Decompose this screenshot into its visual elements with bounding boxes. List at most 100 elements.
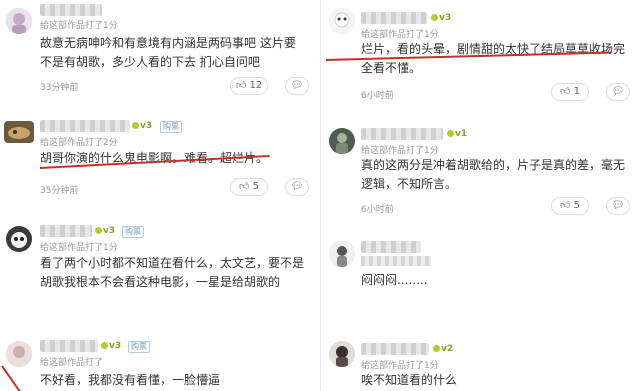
level-icon xyxy=(433,345,440,352)
comment-text: 真的这两分是冲着胡歌给的，片子是真的差，毫无 逻辑，不知所言。 xyxy=(361,156,625,194)
rating-label: 给这部作品打了 xyxy=(40,243,104,253)
like-count: 12 xyxy=(249,80,263,91)
comment-line: 胡歌我根本不会看这种电影，一星是给胡歌的 xyxy=(40,275,281,289)
avatar[interactable] xyxy=(329,128,355,154)
avatar[interactable] xyxy=(329,241,355,267)
level-text: v3 xyxy=(140,121,153,131)
comment-time: 33分钟前 xyxy=(40,83,79,93)
left-comment-column: 给这部作品打了1分 故意无病呻吟和有意境有内涵是两码事吧 这片要 不是有胡歌，多… xyxy=(0,0,320,391)
username-blurred[interactable] xyxy=(40,120,130,132)
avatar[interactable] xyxy=(6,8,32,34)
chat-bubble-icon: 💬︎ xyxy=(611,86,625,97)
comment-card: 闷闷闷........ xyxy=(321,235,640,315)
comment-time: 6小时前 xyxy=(361,91,394,101)
rating-meta: 给这部作品打了 xyxy=(40,355,103,368)
reply-button[interactable]: 💬︎ xyxy=(285,178,309,196)
comment-line: 看了两个小时都不知道在看什么，太文艺，要不是 xyxy=(40,256,305,270)
reply-button[interactable]: 💬︎ xyxy=(285,77,309,95)
thumb-up-icon: 👍︎ xyxy=(238,181,250,192)
chat-bubble-icon: 💬︎ xyxy=(611,200,625,211)
comment-card: v3 给这部作品打了1分 烂片，看的头晕，剧情甜的太快了结局草草收场完 全看不懂… xyxy=(321,0,640,110)
rating-label: 给这部作品打了 xyxy=(361,30,425,40)
like-button[interactable]: 👍︎ 12 xyxy=(230,77,268,95)
comment-text: 不好看，我都没有看懂，一脸懵逼 xyxy=(40,371,220,390)
like-button[interactable]: 👍︎ 5 xyxy=(551,197,589,215)
thumb-up-icon: 👍︎ xyxy=(559,86,571,97)
level-text: v3 xyxy=(109,341,122,351)
user-level: v3 xyxy=(101,341,121,351)
level-text: v1 xyxy=(455,129,468,139)
rating-score: 1分 xyxy=(424,30,439,40)
like-count: 5 xyxy=(252,181,259,192)
user-level: v1 xyxy=(447,129,467,139)
like-button[interactable]: 👍︎ 1 xyxy=(551,83,589,101)
rating-meta: 给这部作品打了1分 xyxy=(40,18,118,31)
reply-button[interactable]: 💬︎ xyxy=(606,197,630,215)
avatar[interactable] xyxy=(329,341,355,367)
username-blurred[interactable] xyxy=(361,241,421,253)
level-icon xyxy=(95,227,102,234)
like-button[interactable]: 👍︎ 5 xyxy=(230,178,268,196)
level-text: v2 xyxy=(441,344,454,354)
level-text: v3 xyxy=(439,13,452,23)
level-icon xyxy=(132,122,139,129)
rating-meta: 给这部作品打了2分 xyxy=(40,135,118,148)
rating-label: 给这部作品打了 xyxy=(40,358,104,368)
ticket-badge: 购票 xyxy=(160,121,182,133)
comment-line: 全看不懂。 xyxy=(361,61,422,75)
like-count: 5 xyxy=(573,200,580,211)
level-icon xyxy=(447,130,454,137)
rating-meta: 给这部作品打了1分 xyxy=(361,358,439,371)
ticket-badge: 购票 xyxy=(122,226,144,238)
comment-line: 逻辑，不知所言。 xyxy=(361,177,458,191)
username-blurred[interactable] xyxy=(361,12,427,24)
comment-line: 故意无病呻吟和有意境有内涵是两码事吧 这片要 xyxy=(40,36,296,50)
right-comment-column: v3 给这部作品打了1分 烂片，看的头晕，剧情甜的太快了结局草草收场完 全看不懂… xyxy=(321,0,640,391)
rating-score: 1分 xyxy=(103,243,118,253)
comment-line: 不好看，我都没有看懂，一脸懵逼 xyxy=(40,373,221,387)
comment-text: 唉不知道看的什么 xyxy=(361,371,457,390)
username-blurred[interactable] xyxy=(361,343,429,355)
avatar[interactable] xyxy=(6,341,32,367)
rating-label: 给这部作品打了 xyxy=(361,361,425,371)
comment-line: 不是有胡歌，多少人看的下去 扪心自问吧 xyxy=(40,55,260,69)
comment-card: v2 给这部作品打了1分 唉不知道看的什么 xyxy=(321,335,640,391)
user-level: v2 xyxy=(433,344,453,354)
thumb-up-icon: 👍︎ xyxy=(235,80,247,91)
username-blurred[interactable] xyxy=(40,340,98,352)
rating-meta: 给这部作品打了1分 xyxy=(40,240,118,253)
rating-score: 2分 xyxy=(103,138,118,148)
comment-text: 看了两个小时都不知道在看什么，太文艺，要不是 胡歌我根本不会看这种电影，一星是给… xyxy=(40,254,304,292)
reply-button[interactable]: 💬︎ xyxy=(606,83,630,101)
user-level: v3 xyxy=(431,13,451,23)
comment-line: 唉不知道看的什么 xyxy=(361,373,458,387)
like-count: 1 xyxy=(573,86,580,97)
user-level: v3 xyxy=(95,226,115,236)
comment-card: v3 购票 给这部作品打了 不好看，我都没有看懂，一脸懵逼 xyxy=(0,335,320,391)
level-icon xyxy=(101,342,108,349)
comment-text: 闷闷闷........ xyxy=(361,271,428,290)
comment-card: v3 购票 给这部作品打了2分 胡哥你演的什么鬼电影啊。难看。超烂片。 35分钟… xyxy=(0,115,320,205)
rating-score: 1分 xyxy=(424,146,439,156)
level-text: v3 xyxy=(103,226,116,236)
username-blurred[interactable] xyxy=(40,225,92,237)
thumb-up-icon: 👍︎ xyxy=(559,200,571,211)
avatar[interactable] xyxy=(6,226,32,252)
chat-bubble-icon: 💬︎ xyxy=(290,181,304,192)
comment-card: 给这部作品打了1分 故意无病呻吟和有意境有内涵是两码事吧 这片要 不是有胡歌，多… xyxy=(0,0,320,100)
level-icon xyxy=(431,14,438,21)
rating-label: 给这部作品打了 xyxy=(40,138,104,148)
comment-line: 闷闷闷........ xyxy=(361,273,428,287)
comment-card: v3 购票 给这部作品打了1分 看了两个小时都不知道在看什么，太文艺，要不是 胡… xyxy=(0,220,320,320)
red-mark-annotation xyxy=(1,365,26,391)
avatar[interactable] xyxy=(4,121,34,143)
rating-meta: 给这部作品打了1分 xyxy=(361,27,439,40)
avatar[interactable] xyxy=(329,8,355,34)
username-blurred[interactable] xyxy=(361,128,443,140)
ticket-badge: 购票 xyxy=(128,341,150,353)
user-level: v3 xyxy=(132,121,152,131)
rating-score: 1分 xyxy=(103,21,118,31)
comment-time: 6小时前 xyxy=(361,205,394,215)
rating-meta: 给这部作品打了1分 xyxy=(361,143,439,156)
username-blurred[interactable] xyxy=(40,4,102,16)
